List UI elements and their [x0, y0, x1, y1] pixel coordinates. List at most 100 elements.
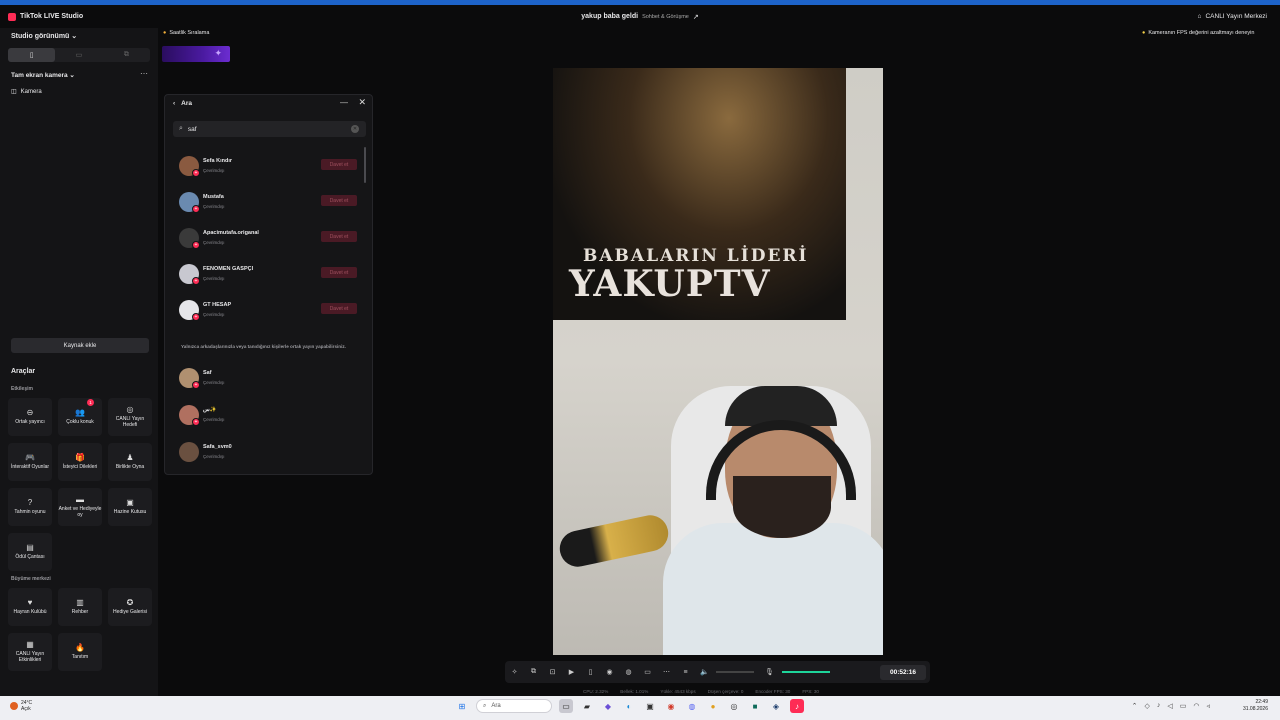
- system-clock[interactable]: 22:49 31.08.2026: [1243, 699, 1268, 713]
- clip-icon[interactable]: ◍: [619, 668, 638, 676]
- encoder-fps-stat: Encoder FPS: 30: [755, 689, 791, 694]
- list-item[interactable]: + Sefa Kındır Çevrimdışı Davet et: [173, 152, 365, 182]
- phone-icon[interactable]: ▯: [581, 668, 600, 676]
- speaker-icon[interactable]: 🔈: [695, 668, 714, 676]
- app-green-icon[interactable]: ■: [748, 699, 762, 713]
- mic-level-slider[interactable]: [782, 671, 830, 673]
- invite-button[interactable]: Davet et: [321, 267, 357, 278]
- list-item[interactable]: Safa_svm0 Çevrimdışı: [173, 438, 365, 468]
- list-item[interactable]: + س✨ Çevrimdışı: [173, 401, 365, 431]
- app-icon[interactable]: ◉: [664, 699, 678, 713]
- record-icon[interactable]: ◉: [600, 668, 619, 676]
- close-icon[interactable]: ✕: [358, 97, 366, 108]
- chevron-up-icon[interactable]: ⌃: [1132, 702, 1138, 710]
- stream-title[interactable]: yakup baba geldi Sohbet & Görüşme ↗: [0, 13, 1280, 21]
- file-explorer-icon[interactable]: ▰: [580, 699, 594, 713]
- scene-dropdown[interactable]: Tam ekran kamera ⌄: [11, 71, 75, 79]
- gift-icon: 🎁: [75, 453, 85, 462]
- memory-stat: Bellek: 1.01%: [620, 689, 649, 694]
- notification-badge: 1: [87, 399, 94, 406]
- search-query[interactable]: saf: [188, 126, 197, 133]
- layout-icon[interactable]: ⧉: [524, 668, 543, 676]
- volume-icon[interactable]: ◃: [1206, 702, 1210, 710]
- list-item[interactable]: + GT HESAP Çevrimdışı Davet et: [173, 296, 365, 326]
- teams-icon[interactable]: ◆: [601, 699, 615, 713]
- portrait-view-tab[interactable]: ▯: [8, 48, 56, 62]
- panel-title: Ara: [181, 100, 193, 107]
- landscape-view-tab[interactable]: ▭: [55, 48, 102, 62]
- edge-icon[interactable]: ◐: [622, 699, 636, 713]
- clear-search-icon[interactable]: ✕: [351, 125, 359, 133]
- reward-bag-tool[interactable]: ▤ Ödül Çantası: [8, 533, 52, 571]
- co-host-tool[interactable]: ⊖ Ortak yayıncı: [8, 398, 52, 436]
- invite-button[interactable]: Davet et: [321, 195, 357, 206]
- multi-guest-tool[interactable]: 1 👥 Çoklu konuk: [58, 398, 102, 436]
- network-icon[interactable]: ◇: [1144, 702, 1149, 710]
- taskbar-search[interactable]: ⌕ Ara: [476, 699, 552, 713]
- windows-taskbar: 24°C Açık ⊞ ⌕ Ara ▭ ▰ ◆ ◐ ▣ ◉ ◍ ● ◎ ■ ◈ ♪ …: [0, 696, 1280, 720]
- live-center-button[interactable]: ⌂ CANLI Yayın Merkezi: [1198, 13, 1267, 20]
- invite-button[interactable]: Davet et: [321, 231, 357, 242]
- invite-button[interactable]: Davet et: [321, 303, 357, 314]
- more-icon[interactable]: ⋯: [657, 668, 676, 676]
- gift-gallery-tool[interactable]: ✪ Hediye Galerisi: [108, 588, 152, 626]
- list-item[interactable]: + Mustafa Çevrimdışı Davet et: [173, 188, 365, 218]
- poll-tool[interactable]: ▬ Anket ve Hediyeyle oy: [58, 488, 102, 526]
- promote-tool[interactable]: 🔥 Tanıtım: [58, 633, 102, 671]
- prediction-icon: ?: [27, 498, 33, 507]
- more-options-icon[interactable]: ⋯: [140, 69, 148, 78]
- chrome-icon[interactable]: ●: [706, 699, 720, 713]
- scrollbar[interactable]: [364, 147, 366, 183]
- invite-button[interactable]: Davet et: [321, 159, 357, 170]
- fps-tip: ● Kameranın FPS değerini azaltmayı deney…: [1142, 30, 1254, 36]
- task-view-icon[interactable]: ▭: [559, 699, 573, 713]
- camera-icon[interactable]: ▭: [638, 668, 657, 676]
- steam-icon[interactable]: ◈: [769, 699, 783, 713]
- list-item[interactable]: + Apacimutafa.origanal Çevrimdışı Davet …: [173, 224, 365, 254]
- live-goal-tool[interactable]: ◎ CANLI Yayın Hedefi: [108, 398, 152, 436]
- fan-club-tool[interactable]: ♥ Hayran Kulübü: [8, 588, 52, 626]
- add-source-button[interactable]: Kaynak ekle: [11, 338, 149, 353]
- system-tray: ⌃ ◇ ♪ ◁ ▭ ◠ ◃: [1132, 702, 1210, 710]
- goal-icon: ◎: [126, 405, 134, 414]
- gift-banner-thumbnail[interactable]: ✦: [162, 46, 230, 62]
- microphone-icon[interactable]: 🎙: [760, 668, 779, 676]
- wifi-icon[interactable]: ◠: [1193, 702, 1199, 710]
- weather-widget[interactable]: 24°C Açık: [10, 700, 32, 712]
- volume-slider[interactable]: [716, 671, 754, 673]
- interactive-games-tool[interactable]: 🎮 İnteraktif Oyunlar: [8, 443, 52, 481]
- add-icon: +: [192, 381, 200, 389]
- display-icon[interactable]: ▭: [1180, 702, 1187, 710]
- screenshot-icon[interactable]: ⊡: [543, 668, 562, 676]
- treasure-tool[interactable]: ▣ Hazine Kutusu: [108, 488, 152, 526]
- mic-tray-icon[interactable]: ♪: [1157, 702, 1161, 710]
- source-camera[interactable]: ◫ Kamera: [11, 88, 42, 96]
- live-events-tool[interactable]: ▦ CANLI Yayın Etkinlikleri: [8, 633, 52, 671]
- effects-icon[interactable]: ✧: [505, 668, 524, 676]
- prediction-tool[interactable]: ? Tahmin oyunu: [8, 488, 52, 526]
- play-together-tool[interactable]: ♟ Birlikte Oyna: [108, 443, 152, 481]
- list-item[interactable]: + Saf Çevrimdışı: [173, 364, 365, 394]
- wishes-tool[interactable]: 🎁 İsteyici Dilekleri: [58, 443, 102, 481]
- dual-view-tab[interactable]: ⧉: [103, 48, 150, 62]
- minimize-icon[interactable]: —: [340, 98, 348, 107]
- tiktok-live-studio-icon[interactable]: ♪: [790, 699, 804, 713]
- tool-label: Çoklu konuk: [66, 419, 94, 425]
- tools-title: Araçlar: [11, 368, 36, 375]
- add-icon: +: [192, 241, 200, 249]
- obs-icon[interactable]: ◎: [727, 699, 741, 713]
- store-icon[interactable]: ▣: [643, 699, 657, 713]
- tool-label: CANLI Yayın Etkinlikleri: [15, 651, 45, 663]
- studio-view-dropdown[interactable]: Studio görünümü ⌄: [11, 32, 77, 40]
- discord-icon[interactable]: ◍: [685, 699, 699, 713]
- back-arrow-icon[interactable]: ‹: [173, 100, 175, 107]
- replay-icon[interactable]: ▶: [562, 668, 581, 676]
- share-icon[interactable]: ↗: [693, 13, 699, 21]
- speaker-icon[interactable]: ◁: [1167, 702, 1172, 710]
- hourly-ranking[interactable]: ● Saatlik Sıralama: [163, 30, 209, 36]
- guide-tool[interactable]: ▥ Rehber: [58, 588, 102, 626]
- search-input[interactable]: ⌕ saf ✕: [173, 121, 366, 137]
- list-item[interactable]: + FENOMEN GASPÇI Çevrimdışı Davet et: [173, 260, 365, 290]
- windows-start-icon[interactable]: ⊞: [455, 699, 469, 713]
- settings-sliders-icon[interactable]: ≡: [676, 669, 695, 676]
